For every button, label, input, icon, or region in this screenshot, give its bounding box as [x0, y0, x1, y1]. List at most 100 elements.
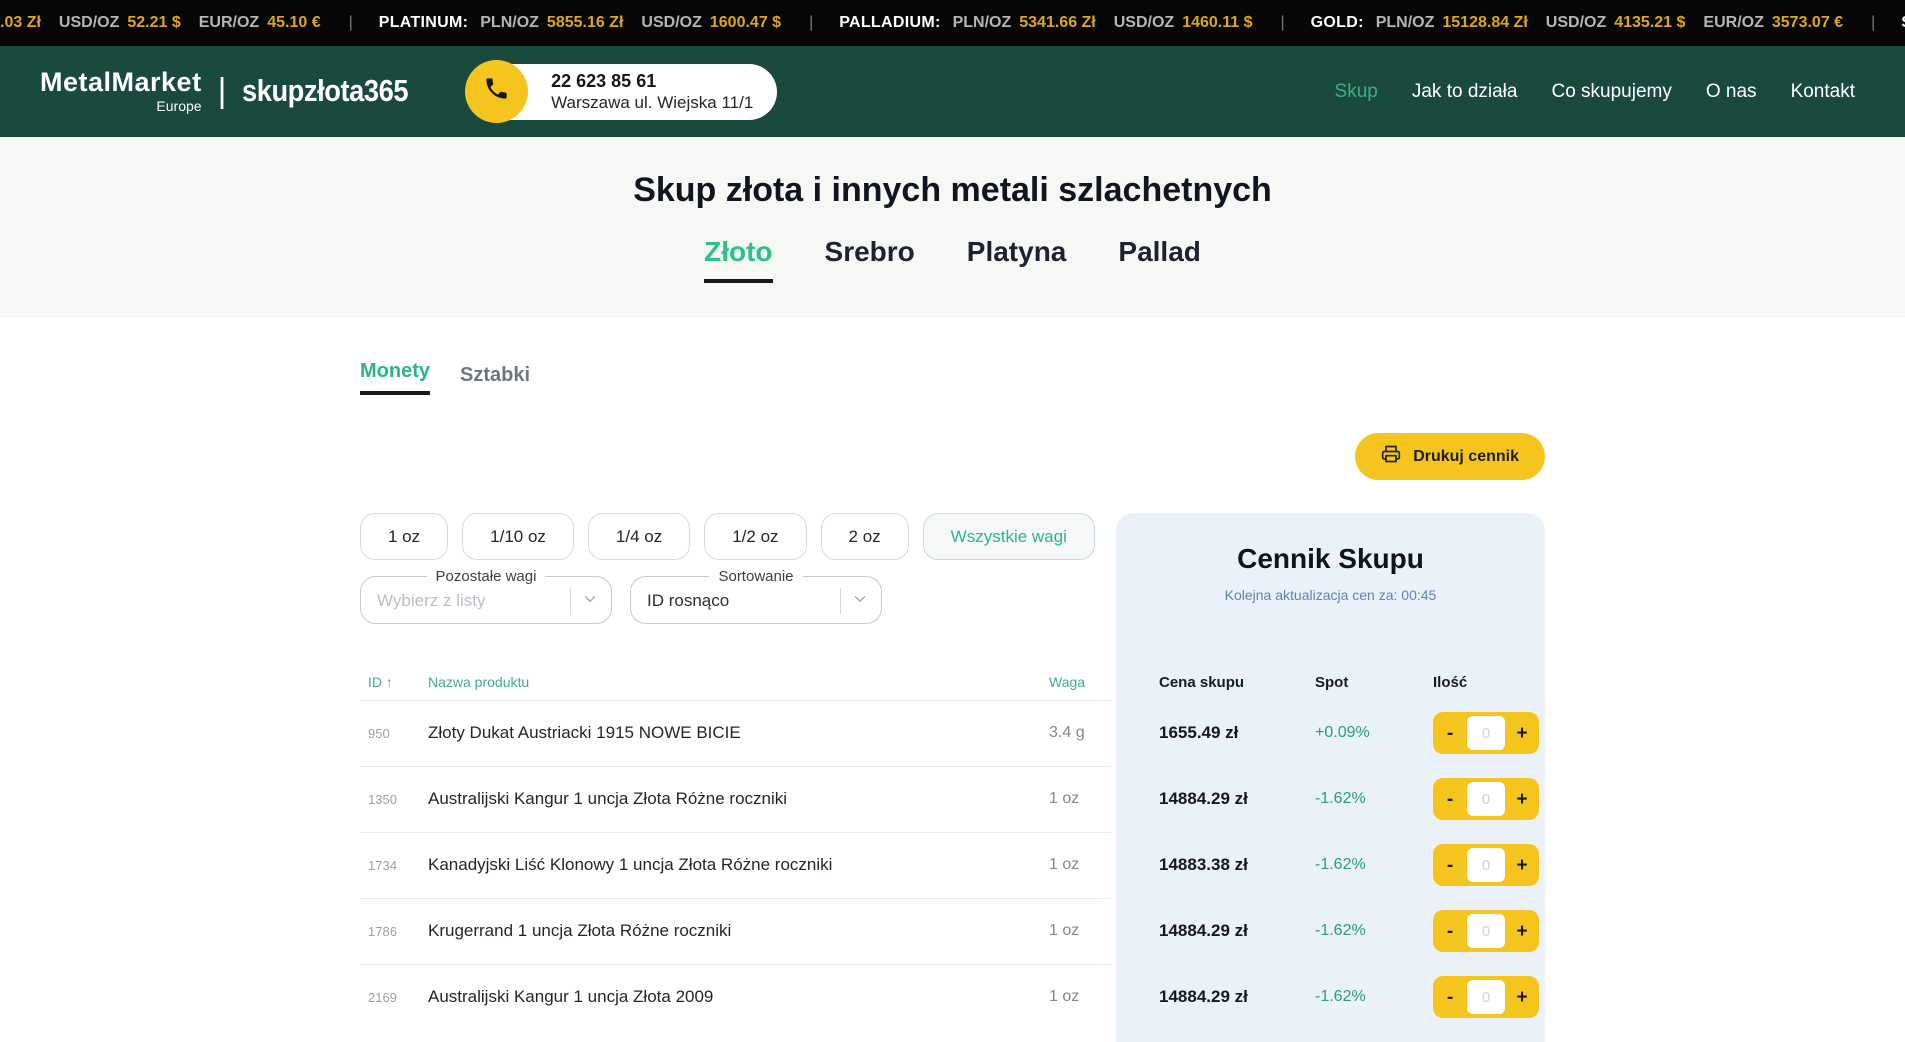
phone-contact[interactable]: 22 623 85 61 Warszawa ul. Wiejska 11/1	[471, 64, 777, 120]
buy-price: 14883.38 zł	[1135, 855, 1315, 875]
column-header-spot: Spot	[1315, 674, 1433, 691]
ticker-metal-label: PLATINUM:	[379, 14, 469, 32]
weight-chip[interactable]: Wszystkie wagi	[923, 513, 1095, 560]
table-row: 950 Złoty Dukat Austriacki 1915 NOWE BIC…	[360, 700, 1545, 766]
nav-item[interactable]: Co skupujemy	[1551, 81, 1671, 103]
ticker-unit-label: USD/OZ	[59, 14, 119, 32]
ticker-unit-label: USD/OZ	[641, 14, 701, 32]
ticker-pair: EUR/OZ 45.10 €	[199, 14, 321, 32]
metal-tab[interactable]: Platyna	[967, 236, 1067, 283]
quantity-input[interactable]: 0	[1467, 716, 1505, 750]
product-weight: 1 oz	[1049, 922, 1135, 940]
decrease-quantity-button[interactable]: -	[1439, 856, 1461, 875]
ticker-unit-label: USD/OZ	[1114, 14, 1174, 32]
printer-icon	[1381, 444, 1401, 469]
decrease-quantity-button[interactable]: -	[1439, 922, 1461, 941]
metal-tab[interactable]: Złoto	[704, 236, 772, 283]
ticker-price-value: 15128.84 Zł	[1442, 14, 1527, 32]
quantity-input[interactable]: 0	[1467, 848, 1505, 882]
column-header-weight[interactable]: Waga	[1049, 674, 1135, 690]
ticker-metal-label: GOLD:	[1311, 14, 1364, 32]
quantity-cell: - 0 +	[1433, 712, 1545, 754]
table-row: 1786 Krugerrand 1 uncja Złota Różne rocz…	[360, 898, 1545, 964]
product-type-subtab[interactable]: Sztabki	[460, 364, 530, 395]
metal-tab[interactable]: Pallad	[1118, 236, 1200, 283]
weight-chip[interactable]: 1 oz	[360, 513, 448, 560]
increase-quantity-button[interactable]: +	[1511, 922, 1533, 941]
increase-quantity-button[interactable]: +	[1511, 856, 1533, 875]
quantity-stepper: - 0 +	[1433, 844, 1539, 886]
product-table: ID ↑ Nazwa produktu Waga Cena skupu Spot…	[360, 664, 1545, 1030]
column-header-name[interactable]: Nazwa produktu	[428, 674, 1049, 690]
sort-select[interactable]: Sortowanie ID rosnąco	[630, 568, 882, 624]
spot-change: -1.62%	[1315, 790, 1433, 808]
filters-column: 1 oz 1/10 oz 1/4 oz 1/2 oz 2 oz Wszystki…	[360, 513, 1116, 624]
metal-tab[interactable]: Srebro	[825, 236, 915, 283]
ticker-separator: |	[1281, 14, 1285, 32]
page-title: Skup złota i innych metali szlachetnych	[0, 171, 1905, 210]
product-weight: 1 oz	[1049, 856, 1135, 874]
select-divider	[840, 588, 841, 614]
nav-item[interactable]: O nas	[1706, 81, 1757, 103]
price-update-countdown: Kolejna aktualizacja cen za: 00:45	[1116, 587, 1545, 603]
decrease-quantity-button[interactable]: -	[1439, 724, 1461, 743]
column-header-price: Cena skupu	[1135, 674, 1315, 691]
product-id: 1734	[360, 858, 428, 873]
increase-quantity-button[interactable]: +	[1511, 724, 1533, 743]
buy-price: 14884.29 zł	[1135, 921, 1315, 941]
id-header-label: ID	[368, 674, 382, 690]
nav-item[interactable]: Kontakt	[1791, 81, 1855, 103]
content: Monety Sztabki Drukuj cennik Cennik Skup…	[360, 360, 1545, 1035]
ticker-pair: USD/OZ 52.21 $	[59, 14, 181, 32]
column-header-id[interactable]: ID ↑	[360, 674, 428, 690]
ticker-pair: USD/OZ 4135.21 $	[1546, 14, 1686, 32]
ticker-price-value: 52.21 $	[127, 14, 180, 32]
nav-item[interactable]: Jak to działa	[1412, 81, 1518, 103]
quantity-input[interactable]: 0	[1467, 782, 1505, 816]
product-type-subtab[interactable]: Monety	[360, 360, 430, 395]
buy-price: 14884.29 zł	[1135, 789, 1315, 809]
ticker-item: GOLD: PLN/OZ 15128.84 Zł USD/OZ 4135.21 …	[1311, 14, 1902, 32]
ticker-pair: EUR/OZ 3573.07 €	[1703, 14, 1843, 32]
increase-quantity-button[interactable]: +	[1511, 988, 1533, 1007]
logo-site-name: skupzłota365	[242, 73, 408, 109]
select-divider	[570, 588, 571, 614]
other-weights-select[interactable]: Pozostałe wagi Wybierz z listy	[360, 568, 612, 624]
increase-quantity-button[interactable]: +	[1511, 790, 1533, 809]
ticker-price-value: .03 Zł	[0, 14, 41, 32]
product-id: 1350	[360, 792, 428, 807]
quantity-cell: - 0 +	[1433, 844, 1545, 886]
weight-chip[interactable]: 2 oz	[821, 513, 909, 560]
logo[interactable]: MetalMarket Europe | skupzłota365	[40, 69, 431, 115]
spot-change: +0.09%	[1315, 724, 1433, 742]
select-inner: ID rosnąco	[639, 585, 873, 617]
quantity-stepper: - 0 +	[1433, 976, 1539, 1018]
page: .03 Zł USD/OZ 52.21 $ EUR/OZ 45.10 € |	[0, 0, 1905, 1042]
nav-item[interactable]: Skup	[1335, 81, 1378, 103]
ticker-pairs: PLN/OZ 5341.66 Zł USD/OZ 1460.11 $	[953, 14, 1271, 32]
quantity-stepper: - 0 +	[1433, 778, 1539, 820]
quantity-input[interactable]: 0	[1467, 980, 1505, 1014]
ticker-item: PALLADIUM: PLN/OZ 5341.66 Zł USD/OZ 1460…	[839, 14, 1310, 32]
product-weight: 1 oz	[1049, 790, 1135, 808]
weight-chip[interactable]: 1/10 oz	[462, 513, 574, 560]
spot-change: -1.62%	[1315, 988, 1433, 1006]
weight-chip[interactable]: 1/4 oz	[588, 513, 690, 560]
ticker-pair: PLN/OZ 5855.16 Zł	[480, 14, 623, 32]
logo-divider: |	[218, 74, 227, 108]
weight-chip[interactable]: 1/2 oz	[704, 513, 806, 560]
phone-icon-badge	[465, 60, 528, 123]
chevron-down-icon	[581, 590, 599, 613]
ticker-price-value: 3573.07 €	[1772, 14, 1843, 32]
decrease-quantity-button[interactable]: -	[1439, 988, 1461, 1007]
decrease-quantity-button[interactable]: -	[1439, 790, 1461, 809]
ticker-separator: |	[349, 14, 353, 32]
product-id: 2169	[360, 990, 428, 1005]
phone-icon	[483, 75, 510, 107]
column-header-quantity: Ilość	[1433, 674, 1545, 691]
quantity-input[interactable]: 0	[1467, 914, 1505, 948]
table-body: 950 Złoty Dukat Austriacki 1915 NOWE BIC…	[360, 700, 1545, 1030]
print-price-list-button[interactable]: Drukuj cennik	[1355, 433, 1545, 480]
ticker-unit-label: PLN/OZ	[953, 14, 1012, 32]
ticker-separator: |	[1871, 14, 1875, 32]
